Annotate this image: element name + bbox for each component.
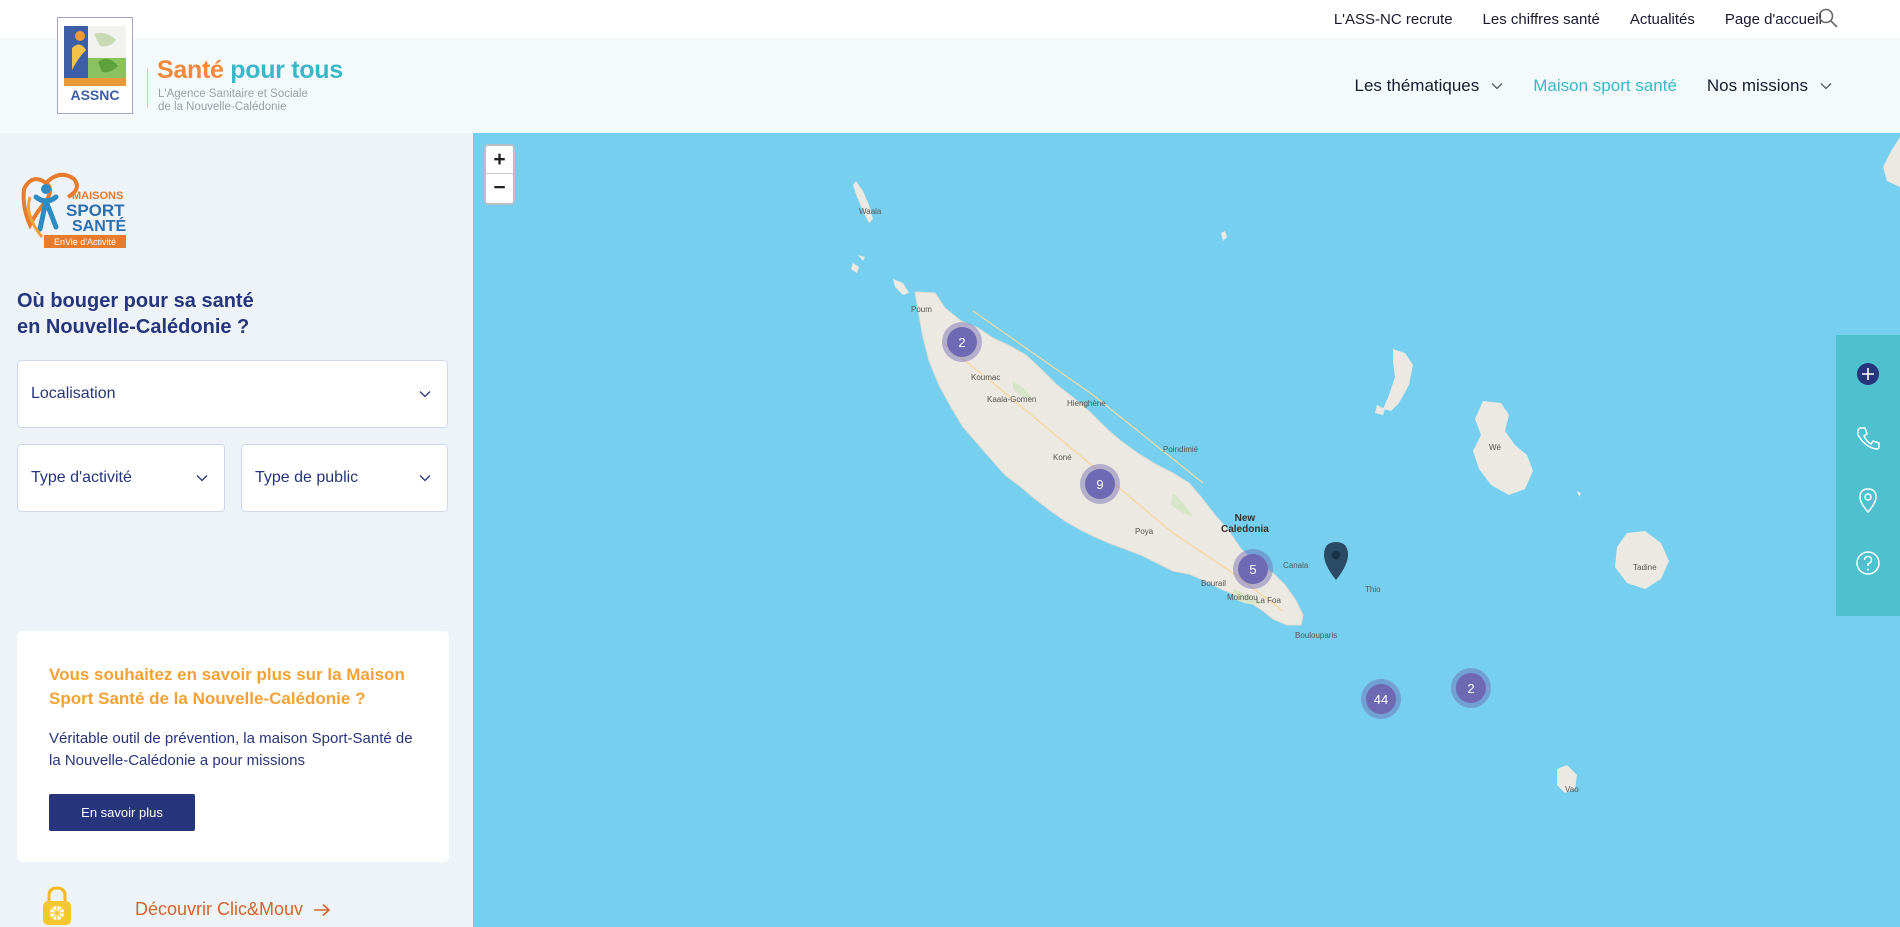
map-cluster-count: 44 bbox=[1366, 684, 1396, 714]
map-cluster[interactable]: 44 bbox=[1361, 679, 1401, 719]
page-title: Où bouger pour sa santé en Nouvelle-Calé… bbox=[17, 288, 347, 340]
nav-maison-sport-sante[interactable]: Maison sport santé bbox=[1533, 76, 1677, 96]
chevron-down-icon bbox=[196, 475, 208, 482]
brand-title-part1: Santé bbox=[157, 56, 224, 84]
map-label-la-foa: La Foa bbox=[1256, 596, 1281, 605]
info-card-title: Vous souhaitez en savoir plus sur la Mai… bbox=[49, 665, 405, 708]
map-label-wala: Waala bbox=[859, 207, 882, 216]
map-cluster-count: 5 bbox=[1238, 554, 1268, 584]
activite-select[interactable]: Type d'activité bbox=[17, 444, 225, 512]
info-card: Vous souhaitez en savoir plus sur la Mai… bbox=[17, 631, 449, 862]
map-label-moindou: Moindou bbox=[1227, 593, 1258, 602]
chevron-down-icon bbox=[1820, 82, 1832, 89]
chevron-down-icon bbox=[1491, 82, 1503, 89]
link-recrute[interactable]: L'ASS-NC recrute bbox=[1334, 11, 1453, 28]
page-title-line2: en Nouvelle-Calédonie ? bbox=[17, 316, 250, 338]
map-label-koumac: Koumac bbox=[971, 373, 1001, 382]
map-label-poya: Poya bbox=[1135, 527, 1154, 536]
chevron-down-icon bbox=[419, 391, 431, 398]
map-label-bourail: Bourail bbox=[1201, 579, 1226, 588]
msp-logo-line3: SANTÉ bbox=[72, 216, 127, 235]
logo-text: ASSNC bbox=[70, 87, 119, 103]
map-label-kaala: Kaala-Gomen bbox=[987, 395, 1037, 404]
map-cluster-count: 2 bbox=[1456, 673, 1486, 703]
arrow-right-icon bbox=[314, 903, 331, 916]
main-nav: Les thématiques Maison sport santé Nos m… bbox=[1355, 38, 1832, 133]
search-panel: MAISONS SPORT SANTÉ EnVie d'Activité Où … bbox=[0, 133, 473, 927]
map-cluster[interactable]: 2 bbox=[1451, 668, 1491, 708]
assnc-logo-graphic: ASSNC bbox=[58, 18, 132, 113]
map-cluster[interactable]: 9 bbox=[1080, 464, 1120, 504]
map-label-caledonia: Caledonia bbox=[1221, 524, 1269, 535]
assnc-logo[interactable]: ASSNC bbox=[57, 17, 133, 114]
nav-thematiques[interactable]: Les thématiques bbox=[1355, 76, 1504, 96]
map-label-we: Wé bbox=[1489, 443, 1501, 452]
search-icon[interactable] bbox=[1818, 8, 1838, 28]
msp-logo-line4: EnVie d'Activité bbox=[54, 237, 116, 247]
plus-circle-icon[interactable] bbox=[1855, 361, 1881, 387]
map-label-boulouparis: Boulouparis bbox=[1295, 631, 1338, 640]
public-select[interactable]: Type de public bbox=[241, 444, 448, 512]
map-label-poindimie: Poindimié bbox=[1163, 445, 1199, 454]
chevron-down-icon bbox=[419, 475, 431, 482]
map-marker-pin-icon[interactable] bbox=[1322, 541, 1350, 581]
zoom-control: + − bbox=[484, 144, 515, 205]
map-label-thio: Thio bbox=[1365, 585, 1381, 594]
map-label-vao: Vao bbox=[1565, 785, 1579, 794]
map-cluster[interactable]: 2 bbox=[942, 322, 982, 362]
link-actualites[interactable]: Actualités bbox=[1630, 11, 1695, 28]
map-label-hienghene: Hienghène bbox=[1067, 399, 1106, 408]
nav-missions[interactable]: Nos missions bbox=[1707, 76, 1832, 96]
brand-sub-line2: de la Nouvelle-Calédonie bbox=[158, 101, 287, 113]
map-label-new: New bbox=[1234, 513, 1256, 524]
phone-icon[interactable] bbox=[1855, 425, 1881, 451]
activite-select-label: Type d'activité bbox=[31, 469, 132, 486]
map-label-new-caledonia: New Caledonia bbox=[1221, 513, 1269, 535]
info-card-text: Véritable outil de prévention, la maison… bbox=[49, 730, 413, 769]
brand-sub-line1: L'Agence Sanitaire et Sociale bbox=[158, 88, 308, 100]
link-accueil[interactable]: Page d'accueil bbox=[1725, 11, 1822, 28]
public-select-label: Type de public bbox=[255, 469, 359, 486]
logo-divider bbox=[147, 68, 148, 108]
utility-bar: L'ASS-NC recrute Les chiffres santé Actu… bbox=[0, 0, 1900, 38]
brand-title[interactable]: Santé pour tous bbox=[157, 56, 343, 85]
clic-mouv-link[interactable]: Découvrir Clic&Mouv bbox=[135, 899, 331, 920]
lock-icon bbox=[43, 886, 71, 925]
zoom-in-button[interactable]: + bbox=[486, 146, 513, 174]
clic-mouv-link-label: Découvrir Clic&Mouv bbox=[135, 899, 304, 919]
page-title-line1: Où bouger pour sa santé bbox=[17, 290, 254, 312]
brand-subtitle: L'Agence Sanitaire et Sociale de la Nouv… bbox=[158, 88, 308, 114]
maisons-sport-sante-logo[interactable]: MAISONS SPORT SANTÉ EnVie d'Activité bbox=[16, 167, 136, 251]
map-label-canala: Canala bbox=[1283, 561, 1309, 570]
nav-maison-sport-sante-label: Maison sport santé bbox=[1533, 75, 1677, 95]
brand-title-part2: pour tous bbox=[230, 56, 343, 84]
utility-links: L'ASS-NC recrute Les chiffres santé Actu… bbox=[1334, 0, 1822, 38]
nav-missions-label: Nos missions bbox=[1706, 75, 1808, 95]
link-chiffres[interactable]: Les chiffres santé bbox=[1483, 11, 1600, 28]
map-basemap bbox=[473, 133, 1900, 927]
site-header: ASSNC Santé pour tous L'Agence Sanitaire… bbox=[0, 17, 1900, 133]
localisation-select-label: Localisation bbox=[31, 385, 116, 402]
map-label-poum: Poum bbox=[911, 305, 932, 314]
map-cluster-count: 2 bbox=[947, 327, 977, 357]
map-cluster[interactable]: 5 bbox=[1233, 549, 1273, 589]
side-action-tabs bbox=[1836, 335, 1900, 616]
map-label-kone: Koné bbox=[1053, 453, 1072, 462]
localisation-select[interactable]: Localisation bbox=[17, 360, 448, 428]
zoom-out-button[interactable]: − bbox=[486, 174, 513, 202]
nav-thematiques-label: Les thématiques bbox=[1354, 75, 1480, 95]
help-circle-icon[interactable] bbox=[1855, 550, 1881, 576]
map-label-tadine: Tadine bbox=[1633, 563, 1657, 572]
map-pin-icon[interactable] bbox=[1855, 487, 1881, 513]
map-cluster-count: 9 bbox=[1085, 469, 1115, 499]
en-savoir-plus-button[interactable]: En savoir plus bbox=[49, 794, 195, 831]
map-view[interactable]: Waala Poum Koumac Kaala-Gomen Hienghène … bbox=[473, 133, 1900, 927]
